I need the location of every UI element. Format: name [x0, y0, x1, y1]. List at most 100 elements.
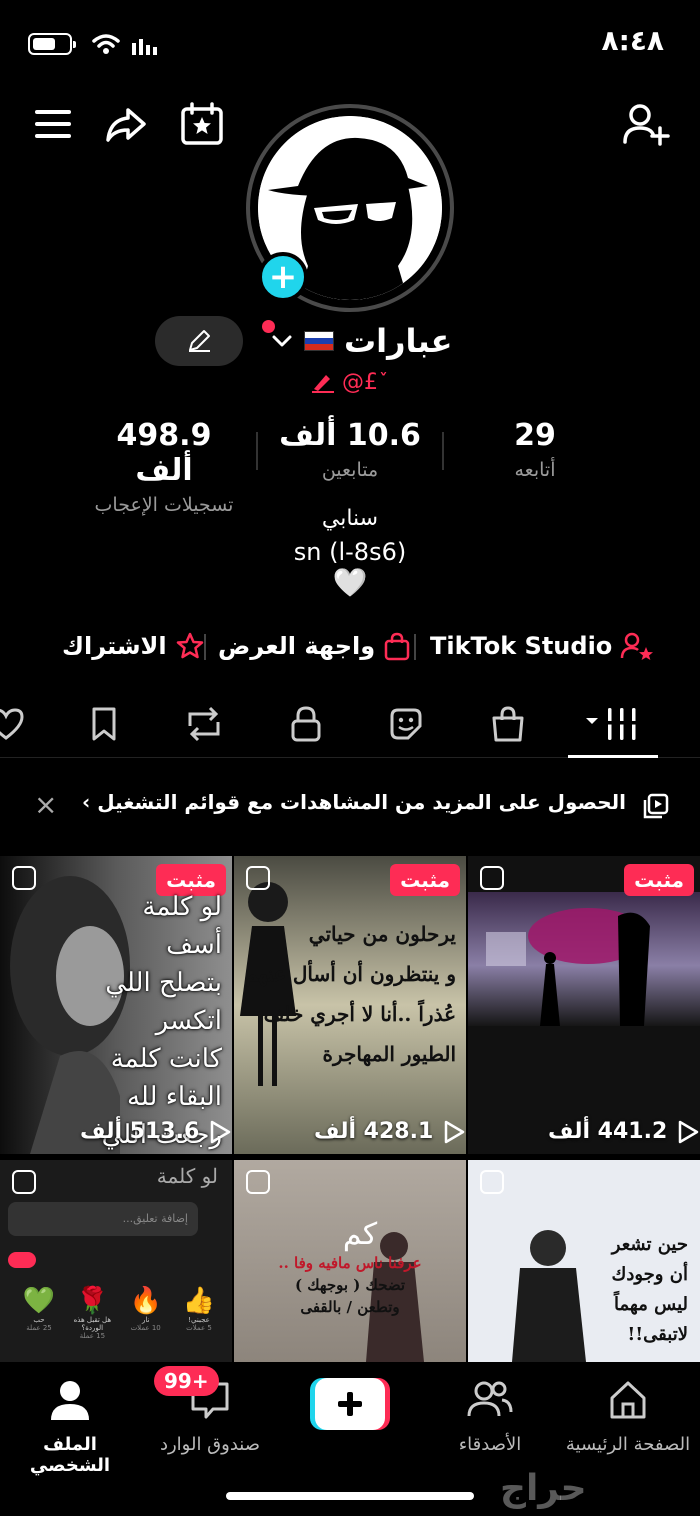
menu-icon[interactable]: [30, 100, 78, 148]
profile-name: عبارات: [344, 322, 453, 360]
tab-stickers[interactable]: [382, 702, 430, 746]
tab-reposts[interactable]: [180, 702, 228, 746]
gift-item: 👍 عجبني! 5 عملات: [174, 1286, 224, 1340]
link-separator: [204, 634, 206, 660]
gift-name: عجبني!: [188, 1316, 210, 1324]
caption-line: تضحك ( بوجهك ): [294, 1276, 406, 1294]
playlist-banner[interactable]: × الحصول على المزيد من المشاهدات مع قوائ…: [0, 782, 700, 828]
gift-name: نار: [141, 1316, 150, 1324]
gift-item: 🌹 هل تقبل هذه الوردة؟ 15 عملة: [67, 1286, 117, 1340]
caption-line: الطيور المهاجرة: [322, 1042, 456, 1066]
select-checkbox[interactable]: [246, 866, 270, 890]
close-banner-icon[interactable]: ×: [34, 788, 57, 821]
caption-line: لاتبقى!!: [627, 1324, 688, 1345]
repost-icon: [188, 706, 220, 742]
select-checkbox[interactable]: [480, 1170, 504, 1194]
handle-row: @£ ٚ: [310, 366, 385, 398]
video-tile[interactable]: كم عرفنا ناس مافيه وفا .. تضحك ( بوجهك )…: [234, 1160, 466, 1362]
play-icon: [679, 1120, 699, 1143]
video-caption: يرحلون من حياتي و ينتظرون أن أسأل عنهم ع…: [245, 914, 456, 1074]
lock-icon: [291, 706, 321, 742]
bio-line-2: sn (l-8s6): [293, 538, 407, 566]
video-caption: كم عرفنا ناس مافيه وفا .. تضحك ( بوجهك )…: [234, 1218, 466, 1318]
video-title: لو كلمة: [156, 1164, 218, 1188]
bookmark-icon: [92, 707, 116, 741]
stat-followers[interactable]: 10.6 ألف متابعين: [270, 418, 430, 481]
video-tile[interactable]: مثبت يرحلون من حياتي و ينتظرون أن أسأل ع…: [234, 856, 466, 1154]
gift-item: 💚 حب 25 عملة: [14, 1286, 64, 1340]
tab-saved[interactable]: [80, 702, 128, 746]
nav-profile-label: الملف الشخصي: [29, 1434, 111, 1476]
stat-following[interactable]: 29 أتابعه: [470, 418, 600, 481]
wifi-icon: [92, 34, 120, 54]
select-checkbox[interactable]: [12, 1170, 36, 1194]
gift-price: 10 عملات: [130, 1324, 161, 1332]
active-tab-indicator: [568, 755, 658, 758]
tab-liked[interactable]: [0, 702, 30, 746]
nav-friends-label: الأصدقاء: [458, 1434, 522, 1455]
add-friend-icon[interactable]: [622, 100, 670, 148]
select-checkbox[interactable]: [480, 866, 504, 890]
video-thumbnail: [468, 856, 700, 1154]
chevron-down-icon[interactable]: [270, 329, 294, 353]
caption-line: أسف: [166, 930, 222, 960]
caption-line: ليس مهماً: [614, 1294, 688, 1315]
home-indicator[interactable]: [226, 1492, 474, 1500]
caption-line: اتكسر: [155, 1006, 222, 1036]
view-count: 513.6 ألف: [80, 1119, 231, 1144]
creator-star-icon: [621, 632, 654, 660]
subscribe-label: الاشتراك: [62, 632, 167, 660]
profile-name-row[interactable]: عبارات: [270, 318, 452, 364]
video-caption: حين تشعر أن وجودك ليس مهماً لاتبقى!!: [612, 1230, 688, 1350]
caption-line: عُذراً ..أنا لا أجري خلف: [263, 1002, 456, 1026]
showcase-label: واجهة العرض: [218, 632, 376, 660]
view-count: 428.1 ألف: [314, 1119, 465, 1144]
nav-friends[interactable]: الأصدقاء: [420, 1374, 560, 1464]
view-count-text: 441.2 ألف: [548, 1119, 668, 1144]
gift-name: هل تقبل هذه الوردة؟: [73, 1316, 112, 1332]
caption-line: كم: [342, 1217, 378, 1252]
plus-icon: [310, 1378, 390, 1430]
video-caption: لو كلمة أسف بتصلح اللي اتكسر كانت كلمة ا…: [102, 888, 222, 1154]
nav-profile[interactable]: الملف الشخصي: [0, 1374, 140, 1476]
video-tile[interactable]: مثبت لو كلمة أسف بتصلح اللي اتكسر كانت ك…: [0, 856, 232, 1154]
tiktok-studio-link[interactable]: TikTok Studio: [430, 624, 654, 668]
select-checkbox[interactable]: [12, 866, 36, 890]
calendar-star-icon[interactable]: [178, 100, 226, 148]
gift-name: حب: [33, 1316, 45, 1324]
pinned-badge: مثبت: [624, 864, 694, 896]
inbox-badge: 99+: [154, 1366, 219, 1396]
pinned-badge: مثبت: [390, 864, 460, 896]
view-count-text: 513.6 ألف: [80, 1119, 200, 1144]
showcase-link[interactable]: واجهة العرض: [218, 624, 411, 668]
shopping-bag-icon: [384, 632, 410, 661]
video-grid-icon: [586, 708, 640, 740]
profile-screen: ٨:٤٨ + عبارات @£ ٚ 498.9 ألف تسجيلات الإ…: [0, 0, 700, 1516]
rose-gift-icon: 🌹: [76, 1286, 109, 1316]
select-checkbox[interactable]: [246, 1170, 270, 1194]
video-tile[interactable]: لو كلمة إضافة تعليق... 👍 عجبني! 5 عملات …: [0, 1160, 232, 1362]
play-icon: [445, 1120, 465, 1143]
gift-item: 🔥 نار 10 عملات: [121, 1286, 171, 1340]
video-grid: مثبت 441.2 ألف مثبت يرحلون من حياتي و ين…: [0, 856, 700, 1362]
edit-profile-button[interactable]: [155, 316, 243, 366]
nav-home[interactable]: الصفحة الرئيسية: [558, 1374, 698, 1464]
gift-row: 👍 عجبني! 5 عملات 🔥 نار 10 عملات 🌹 هل تقب…: [14, 1286, 224, 1340]
tab-shop[interactable]: [484, 702, 532, 746]
tab-private[interactable]: [282, 702, 330, 746]
caption-line: البقاء لله: [126, 1082, 222, 1112]
thumbs-up-gift-icon: 👍: [182, 1286, 216, 1316]
subscribe-link[interactable]: الاشتراك: [62, 624, 205, 668]
share-icon[interactable]: [102, 100, 150, 148]
stat-likes[interactable]: 498.9 ألف تسجيلات الإعجاب: [84, 418, 244, 516]
following-label: أتابعه: [514, 459, 556, 481]
nav-inbox-label: صندوق الوارد: [159, 1434, 261, 1455]
tab-videos[interactable]: [586, 702, 646, 746]
video-tile[interactable]: مثبت 441.2 ألف: [468, 856, 700, 1154]
video-tile[interactable]: حين تشعر أن وجودك ليس مهماً لاتبقى!!: [468, 1160, 700, 1362]
create-video-button[interactable]: [310, 1378, 390, 1430]
caption-line: يرحلون من حياتي: [308, 922, 456, 946]
add-story-button[interactable]: +: [258, 252, 308, 302]
caption-line: بتصلح اللي: [105, 968, 222, 998]
shopping-bag-icon: [492, 706, 524, 742]
